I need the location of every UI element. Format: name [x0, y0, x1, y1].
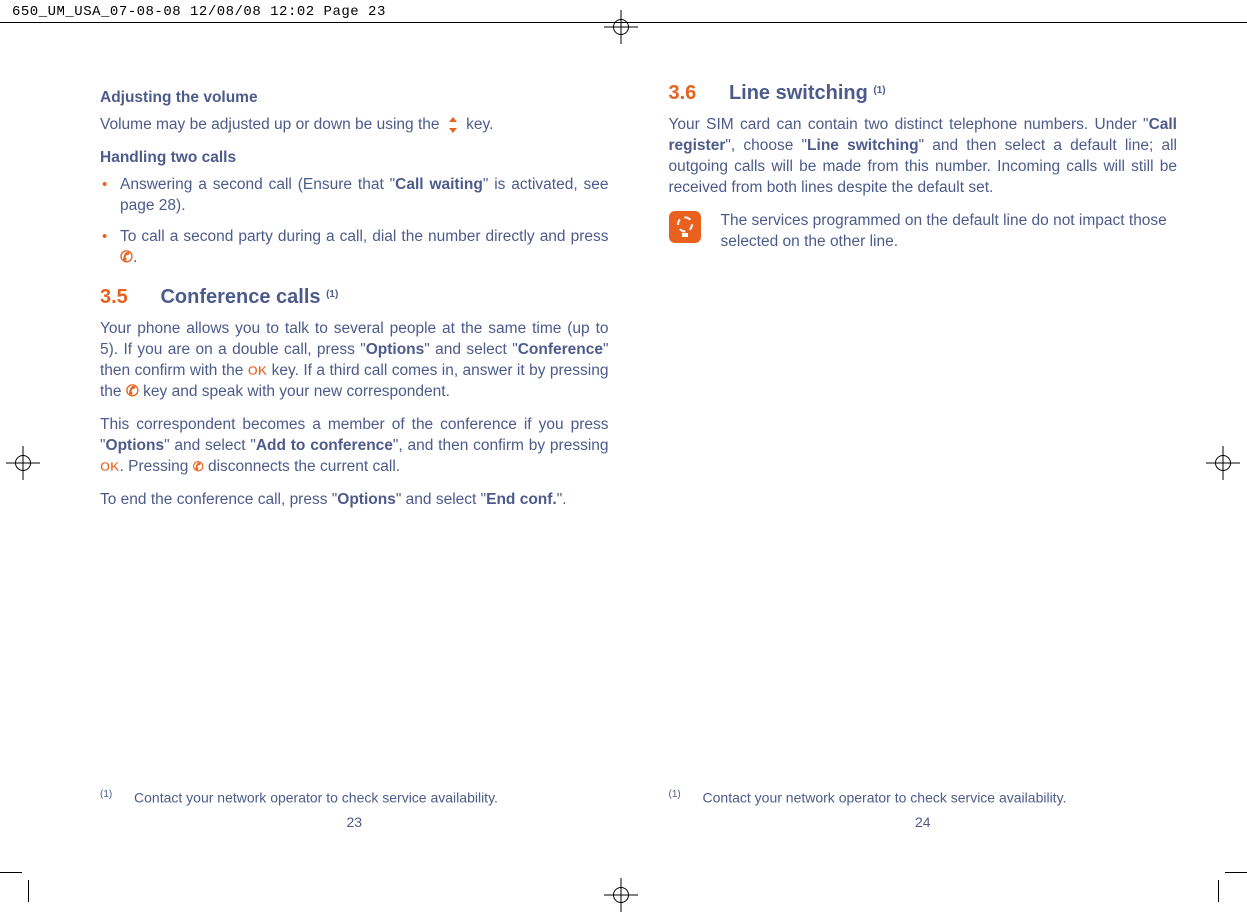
- tip-bulb-icon: [669, 211, 701, 243]
- call-key-icon: ✆: [120, 249, 133, 266]
- para-conference-2: This correspondent becomes a member of t…: [100, 415, 609, 478]
- para-conference-3: To end the conference call, press "Optio…: [100, 490, 609, 511]
- footnote-sup: (1): [100, 789, 112, 800]
- bold-text: End conf.: [486, 491, 557, 508]
- call-key-icon: ✆: [126, 383, 139, 400]
- para-volume: Volume may be adjusted up or down be usi…: [100, 115, 609, 136]
- registration-mark-right: [1206, 446, 1240, 480]
- para-conference-1: Your phone allows you to talk to several…: [100, 319, 609, 403]
- ok-key-icon: OK: [248, 363, 268, 378]
- text: To call a second party during a call, di…: [120, 228, 609, 245]
- section-title: Conference calls: [160, 286, 326, 308]
- registration-mark-left: [6, 446, 40, 480]
- text: . Pressing: [120, 458, 193, 475]
- para-line-switching: Your SIM card can contain two distinct t…: [669, 115, 1178, 199]
- text: ", choose ": [725, 137, 807, 154]
- page-number-right: 24: [669, 813, 1178, 832]
- bold-text: Options: [106, 437, 165, 454]
- footnote-text: Contact your network operator to check s…: [703, 790, 1067, 806]
- heading-adjust-volume: Adjusting the volume: [100, 88, 609, 109]
- bold-text: Add to conference: [256, 437, 393, 454]
- section-number: 3.6: [669, 82, 697, 104]
- heading-two-calls: Handling two calls: [100, 148, 609, 169]
- superscript: (1): [326, 289, 338, 300]
- text: ", and then confirm by pressing: [393, 437, 609, 454]
- footnote-right: (1) Contact your network operator to che…: [669, 788, 1067, 808]
- bold-text: Options: [366, 341, 425, 358]
- text: .: [133, 249, 137, 266]
- up-down-icon: [444, 118, 462, 132]
- text: " and select ": [424, 341, 517, 358]
- page-right: 3.6 Line switching (1) Your SIM card can…: [669, 80, 1178, 832]
- superscript: (1): [873, 85, 885, 96]
- bullet-list: Answering a second call (Ensure that "Ca…: [100, 175, 609, 269]
- text: disconnects the current call.: [204, 458, 400, 475]
- bold-text: Call waiting: [395, 176, 483, 193]
- text: To end the conference call, press ": [100, 491, 337, 508]
- ok-key-icon: OK: [100, 459, 120, 474]
- list-item: Answering a second call (Ensure that "Ca…: [100, 175, 609, 217]
- footnote-left: (1) Contact your network operator to che…: [100, 788, 498, 808]
- footnote-sup: (1): [669, 789, 681, 800]
- tip-text: The services programmed on the default l…: [721, 211, 1178, 253]
- page-left: Adjusting the volume Volume may be adjus…: [100, 80, 609, 832]
- text: Answering a second call (Ensure that ": [120, 176, 395, 193]
- text: " and select ": [396, 491, 486, 508]
- bold-text: Conference: [518, 341, 603, 358]
- registration-mark-bottom: [604, 878, 638, 912]
- list-item: To call a second party during a call, di…: [100, 227, 609, 269]
- bold-text: Options: [337, 491, 396, 508]
- end-call-key-icon: ✆: [193, 459, 204, 474]
- page-number-left: 23: [100, 813, 609, 832]
- text: Your SIM card can contain two distinct t…: [669, 116, 1149, 133]
- text: Volume may be adjusted up or down be usi…: [100, 116, 444, 133]
- section-title: Line switching: [729, 82, 873, 104]
- text: key.: [466, 116, 493, 133]
- section-heading-3-5: 3.5 Conference calls (1): [100, 284, 609, 311]
- bold-text: Line switching: [807, 137, 919, 154]
- text: " and select ": [164, 437, 256, 454]
- text: ".: [557, 491, 567, 508]
- registration-mark-top: [604, 10, 638, 44]
- tip-block: The services programmed on the default l…: [669, 211, 1178, 253]
- footnote-text: Contact your network operator to check s…: [134, 790, 498, 806]
- section-heading-3-6: 3.6 Line switching (1): [669, 80, 1178, 107]
- text: key and speak with your new corresponden…: [139, 383, 450, 400]
- section-number: 3.5: [100, 286, 128, 308]
